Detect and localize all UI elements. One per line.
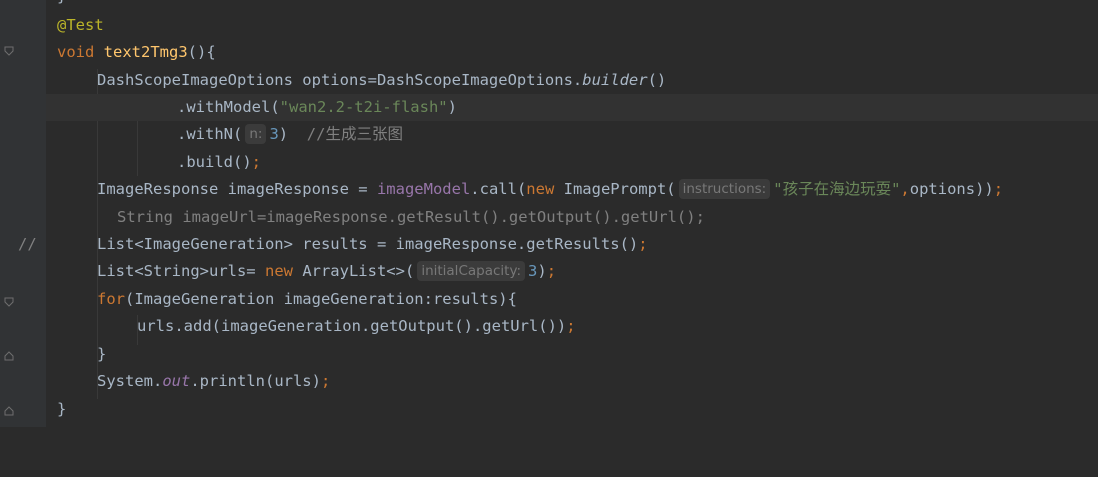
code-line[interactable]: } xyxy=(46,396,1098,423)
semicolon: ; xyxy=(993,180,1004,198)
code-text: () xyxy=(647,71,667,89)
code-line[interactable]: ImageResponse imageResponse = imageModel… xyxy=(46,176,1098,203)
semicolon: ; xyxy=(320,372,331,390)
code-text: ) xyxy=(447,98,457,116)
code-text: DashScopeImageOptions options=DashScopeI… xyxy=(97,71,583,89)
code-line[interactable]: DashScopeImageOptions options=DashScopeI… xyxy=(46,67,1098,94)
code-line[interactable]: .build(); xyxy=(46,149,1098,176)
closing-brace: } xyxy=(97,345,107,363)
code-line[interactable]: } xyxy=(46,341,1098,368)
keyword-new: new xyxy=(526,180,555,198)
comma: , xyxy=(900,180,910,198)
code-line[interactable]: // String imageUrl=imageResponse.getResu… xyxy=(18,204,1098,253)
parameter-hint: initialCapacity: xyxy=(417,260,526,281)
parameter-hint: instructions: xyxy=(678,178,771,199)
editor-gutter[interactable] xyxy=(0,0,46,427)
model-string: "wan2.2-t2i-flash" xyxy=(279,98,448,116)
code-line-current[interactable]: .withModel("wan2.2-t2i-flash") xyxy=(46,94,1098,121)
code-line[interactable]: urls.add(imageGeneration.getOutput().get… xyxy=(46,313,1098,340)
code-text: ImageResponse imageResponse = xyxy=(97,180,377,198)
method-name: text2Tmg3 xyxy=(103,43,188,61)
number-literal: 3 xyxy=(528,262,538,280)
code-text: ) xyxy=(278,125,307,143)
prompt-string: "孩子在海边玩耍" xyxy=(773,180,901,198)
parameter-hint: n: xyxy=(245,123,267,144)
code-text: .withModel( xyxy=(177,98,280,116)
code-text: ImagePrompt( xyxy=(554,180,676,198)
code-text: .withN( xyxy=(177,125,243,143)
code-line[interactable]: .withN(n: 3) //生成三张图 xyxy=(46,121,1098,148)
semicolon: ; xyxy=(546,262,557,280)
fold-marker-icon[interactable] xyxy=(4,46,14,56)
code-text: urls.add(imageGeneration.getOutput().get… xyxy=(137,317,567,335)
closing-brace: } xyxy=(57,0,66,5)
builder-method: builder xyxy=(582,71,648,89)
code-line[interactable]: } xyxy=(46,0,1098,10)
code-text: .call( xyxy=(470,180,527,198)
fold-marker-icon[interactable] xyxy=(4,351,14,361)
closing-brace: } xyxy=(57,400,67,418)
code-text: List<ImageGeneration> results = imageRes… xyxy=(97,235,639,253)
code-line[interactable]: List<String>urls= new ArrayList<>(initia… xyxy=(46,258,1098,285)
code-text: .println(urls) xyxy=(190,372,321,390)
code-editor[interactable]: } @Test void text2Tmg3(){ DashScopeImage… xyxy=(18,0,1098,427)
code-line[interactable]: List<ImageGeneration> results = imageRes… xyxy=(46,231,1098,258)
commented-code: String imageUrl=imageResponse.getResult(… xyxy=(117,208,705,226)
fold-marker-icon[interactable] xyxy=(4,297,14,307)
code-text: ArrayList<>( xyxy=(292,262,415,280)
test-annotation: @Test xyxy=(57,16,104,34)
code-text: .build() xyxy=(177,153,252,171)
fold-marker-icon[interactable] xyxy=(4,406,14,416)
semicolon: ; xyxy=(251,153,261,171)
keyword-for: for xyxy=(97,290,125,308)
keyword-new: new xyxy=(264,262,293,280)
code-line[interactable]: for(ImageGeneration imageGeneration:resu… xyxy=(46,286,1098,313)
line-comment: //生成三张图 xyxy=(306,125,403,143)
code-text: (ImageGeneration imageGeneration:results… xyxy=(125,290,517,308)
field-reference: imageModel xyxy=(376,180,471,198)
semicolon: ; xyxy=(566,317,576,335)
code-text: List<String>urls= xyxy=(97,262,265,280)
method-signature-rest: (){ xyxy=(187,43,216,61)
semicolon: ; xyxy=(638,235,648,253)
code-line[interactable]: void text2Tmg3(){ xyxy=(46,39,1098,66)
code-text: System. xyxy=(97,372,163,390)
code-text: ) xyxy=(537,262,547,280)
keyword-void: void xyxy=(57,43,95,61)
line-comment-marker: // xyxy=(18,235,37,253)
number-literal: 3 xyxy=(269,125,279,143)
code-line[interactable]: System.out.println(urls); xyxy=(46,368,1098,395)
static-field-out: out xyxy=(162,372,191,390)
code-line[interactable]: @Test xyxy=(46,12,1098,39)
code-text: options)) xyxy=(909,180,994,198)
